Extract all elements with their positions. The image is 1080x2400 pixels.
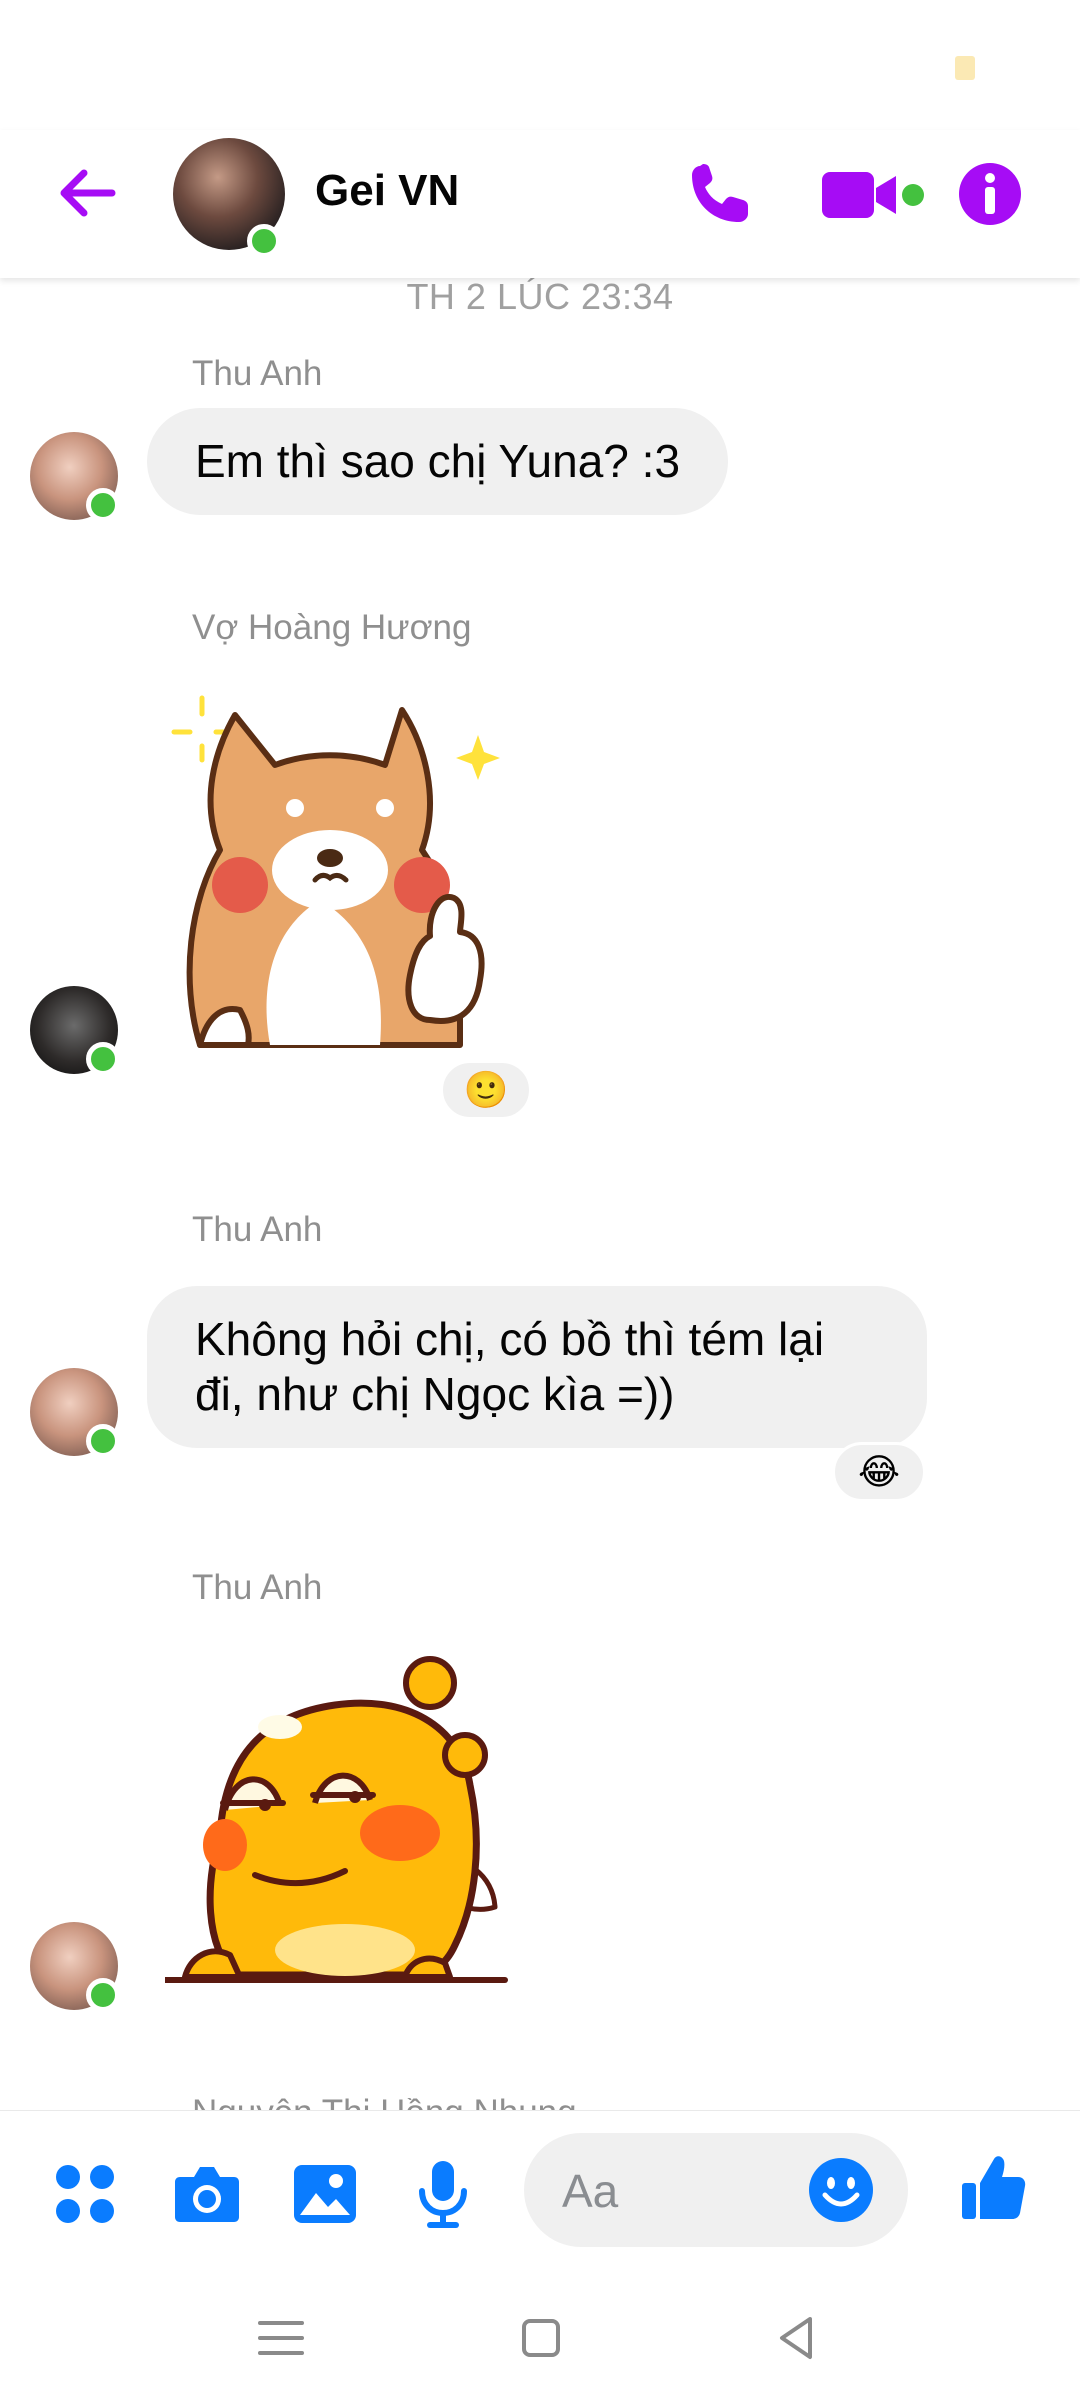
thumbs-up-icon[interactable] — [960, 2153, 1026, 2223]
message-bubble[interactable]: Em thì sao chị Yuna? :3 — [147, 408, 729, 515]
battery-icon — [955, 56, 975, 80]
online-status-dot — [86, 1042, 120, 1076]
shiba-thumbs-up-sticker[interactable] — [160, 680, 530, 1070]
sender-name: Vợ Hoàng Hương — [192, 608, 472, 647]
chat-header: Gei VN — [0, 130, 1080, 278]
message-reaction[interactable]: 😂 — [832, 1442, 926, 1502]
sender-name: Thu Anh — [192, 354, 323, 393]
sender-name: Thu Anh — [192, 1210, 323, 1249]
laughing-emoji: 😂 — [857, 1451, 901, 1492]
microphone-icon[interactable] — [408, 2159, 478, 2229]
online-status-dot — [86, 1424, 120, 1458]
messenger-chat-screen: Gei VN TH 2 LÚC 23:34 Thu Anh Em thì sao… — [0, 0, 1080, 2400]
online-status-dot — [247, 224, 281, 258]
message-line: Không hỏi chị, có bồ thì tém lại — [195, 1313, 825, 1365]
conversation-title[interactable]: Gei VN — [315, 166, 459, 216]
slight-smile-emoji: 🙂 — [463, 1069, 509, 1110]
message-reaction[interactable]: 🙂 — [440, 1060, 532, 1120]
gallery-icon[interactable] — [290, 2159, 360, 2229]
home-icon[interactable] — [514, 2311, 568, 2365]
info-icon[interactable] — [958, 162, 1022, 226]
sender-avatar[interactable] — [30, 986, 120, 1076]
message-text-field[interactable] — [524, 2133, 908, 2247]
back-icon[interactable] — [770, 2311, 824, 2365]
sender-avatar[interactable] — [30, 432, 120, 522]
menu-icon[interactable] — [254, 2311, 308, 2365]
message-composer — [0, 2110, 1080, 2275]
sender-avatar[interactable] — [30, 1368, 120, 1458]
sender-avatar[interactable] — [30, 1922, 120, 2012]
phone-call-icon[interactable] — [686, 160, 754, 228]
emoji-icon[interactable] — [808, 2157, 874, 2223]
online-status-dot — [86, 488, 120, 522]
camera-icon[interactable] — [172, 2159, 242, 2229]
group-avatar[interactable] — [173, 138, 285, 258]
back-arrow-icon[interactable] — [52, 158, 122, 228]
message-bubble[interactable]: Không hỏi chị, có bồ thì tém lại đi, như… — [147, 1286, 927, 1448]
thread-timestamp: TH 2 LÚC 23:34 — [406, 276, 674, 317]
message-line: đi, như chị Ngọc kìa =)) — [195, 1368, 675, 1420]
video-call-icon[interactable] — [820, 166, 932, 226]
sender-name: Thu Anh — [192, 1568, 323, 1607]
system-navigation-bar — [0, 2275, 1080, 2400]
online-status-dot — [86, 1978, 120, 2012]
status-bar — [0, 0, 1080, 130]
yellow-chick-sticker[interactable] — [165, 1645, 515, 2000]
message-input[interactable] — [560, 2163, 780, 2219]
apps-icon[interactable] — [50, 2159, 120, 2229]
